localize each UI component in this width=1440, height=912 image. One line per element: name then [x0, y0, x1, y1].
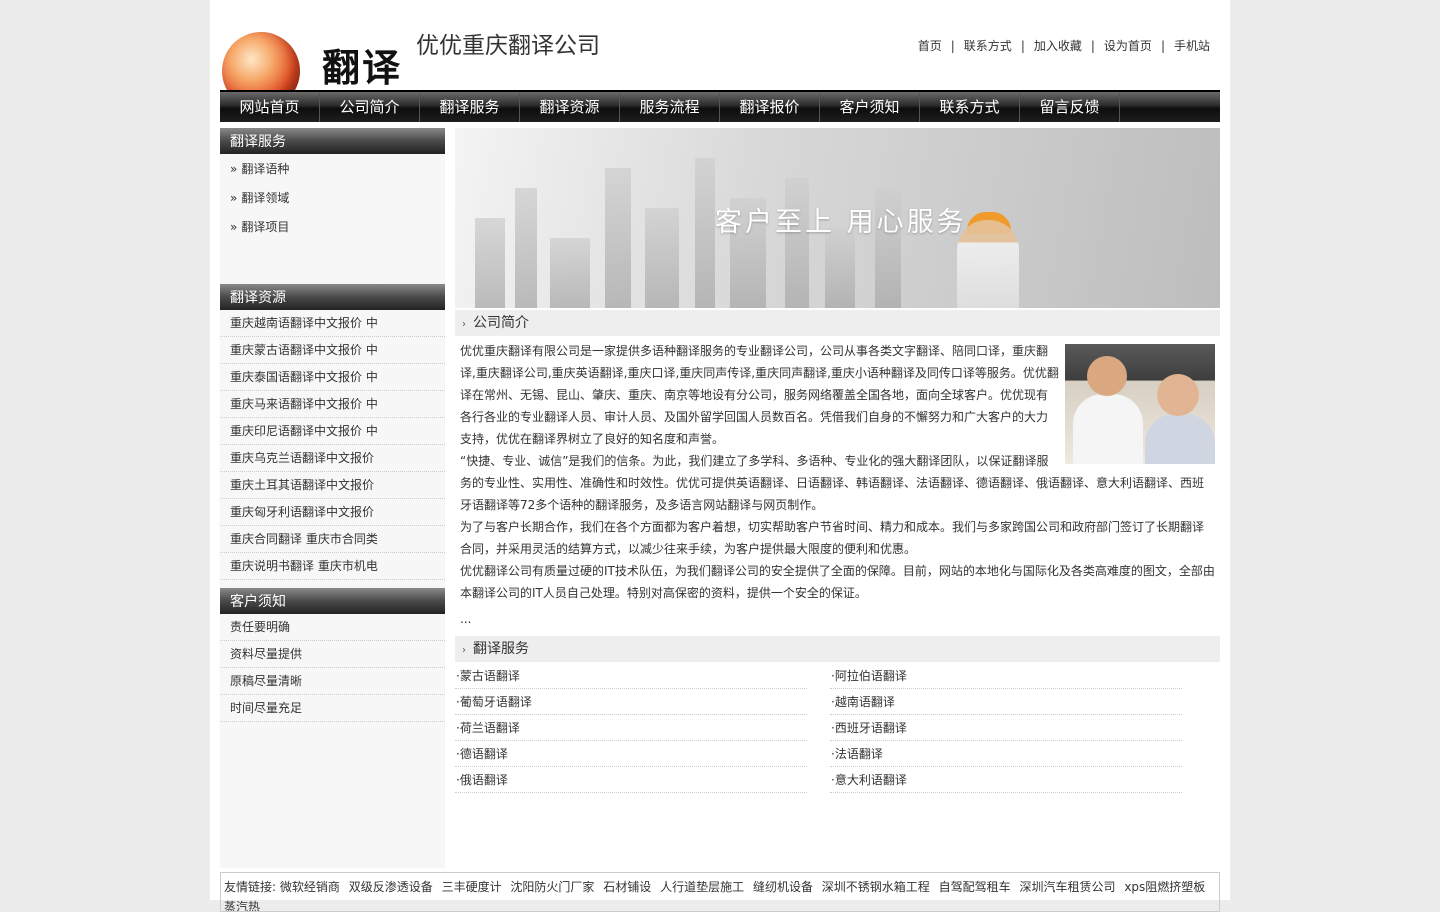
resource-link[interactable]: 重庆印尼语翻译中文报价 中 [220, 418, 445, 445]
service-link[interactable]: ·越南语翻译 [830, 690, 1182, 715]
services-grid: ·蒙古语翻译 ·阿拉伯语翻译 ·葡萄牙语翻译 ·越南语翻译 ·荷兰语翻译 ·西班… [455, 664, 1220, 794]
top-link-bookmark[interactable]: 加入收藏 [1034, 39, 1082, 53]
business-people-photo [1065, 344, 1215, 464]
nav-home[interactable]: 网站首页 [220, 92, 320, 122]
building-shape [605, 168, 631, 308]
site-title: 优优重庆翻译公司 [416, 33, 600, 59]
logo-text[interactable]: 翻译 [322, 46, 402, 90]
resource-link[interactable]: 重庆马来语翻译中文报价 中 [220, 391, 445, 418]
friend-link[interactable]: 深圳汽车租赁公司 [1019, 880, 1115, 894]
friend-link[interactable]: xps阻燃挤塑板 [1124, 880, 1205, 894]
about-section-header: › 公司简介 [455, 310, 1220, 336]
about-content: 优优重庆翻译有限公司是一家提供多语种翻译服务的专业翻译公司，公司从事各类文字翻译… [460, 340, 1215, 630]
friend-link[interactable]: 蒸汽热 [224, 900, 260, 911]
sidebar-service-item[interactable]: » 翻译项目 [220, 213, 445, 242]
double-chevron-icon: » [230, 220, 238, 234]
notice-link[interactable]: 责任要明确 [220, 614, 445, 641]
building-shape [785, 178, 809, 308]
sidebar-services-title: 翻译服务 [220, 128, 445, 154]
nav-feedback[interactable]: 留言反馈 [1020, 92, 1120, 122]
notice-link[interactable]: 资料尽量提供 [220, 641, 445, 668]
friend-link[interactable]: 沈阳防火门厂家 [510, 880, 594, 894]
services-section-header: › 翻译服务 [455, 636, 1220, 662]
building-shape [695, 158, 715, 308]
sidebar: 翻译服务 » 翻译语种 » 翻译领域 » 翻译项目 翻译资源 重庆越南语翻译中文报价 … [220, 128, 445, 868]
banner-slogan: 客户至上 用心服务 [715, 207, 967, 238]
service-link[interactable]: ·蒙古语翻译 [455, 664, 807, 689]
resource-link[interactable]: 重庆蒙古语翻译中文报价 中 [220, 337, 445, 364]
sidebar-services-list: » 翻译语种 » 翻译领域 » 翻译项目 [220, 154, 445, 284]
resource-link[interactable]: 重庆越南语翻译中文报价 中 [220, 310, 445, 337]
friend-link[interactable]: 人行道垫层施工 [660, 880, 744, 894]
logo-globe-icon[interactable] [222, 32, 302, 92]
about-paragraph: 为了与客户长期合作，我们在各个方面都为客户着想，切实帮助客户节省时间、精力和成本… [460, 520, 1205, 556]
nav-notice[interactable]: 客户须知 [820, 92, 920, 122]
building-shape [550, 238, 590, 308]
service-link[interactable]: ·阿拉伯语翻译 [830, 664, 1182, 689]
top-links: 首页 | 联系方式 | 加入收藏 | 设为首页 | 手机站 [917, 39, 1210, 53]
top-link-home[interactable]: 首页 [918, 39, 942, 53]
sidebar-notice-title: 客户须知 [220, 588, 445, 614]
nav-resources[interactable]: 翻译资源 [520, 92, 620, 122]
about-paragraph: 优优翻译公司有质量过硬的IT技术队伍，为我们翻译公司的安全提供了全面的保障。目前… [460, 564, 1215, 600]
nav-services[interactable]: 翻译服务 [420, 92, 520, 122]
nav-process[interactable]: 服务流程 [620, 92, 720, 122]
resource-link[interactable]: 重庆泰国语翻译中文报价 中 [220, 364, 445, 391]
notice-link[interactable]: 时间尽量充足 [220, 695, 445, 722]
top-link-mobile[interactable]: 手机站 [1174, 39, 1210, 53]
resource-link[interactable]: 重庆乌克兰语翻译中文报价 [220, 445, 445, 472]
resource-link[interactable]: 重庆说明书翻译 重庆市机电 [220, 553, 445, 580]
arrow-right-icon: › [462, 645, 466, 656]
about-title: 公司简介 [473, 315, 529, 331]
building-shape [515, 188, 537, 308]
nav-pricing[interactable]: 翻译报价 [720, 92, 820, 122]
friend-link[interactable]: 三丰硬度计 [442, 880, 502, 894]
more-link[interactable]: ... [460, 608, 1215, 630]
friend-links-label: 友情链接: [224, 880, 277, 894]
friend-link[interactable]: 缝纫机设备 [753, 880, 813, 894]
service-link[interactable]: ·葡萄牙语翻译 [455, 690, 807, 715]
friend-link[interactable]: 深圳不锈钢水箱工程 [822, 880, 930, 894]
building-shape [645, 208, 679, 308]
arrow-right-icon: › [462, 319, 466, 330]
notice-link[interactable]: 原稿尽量清晰 [220, 668, 445, 695]
nav-contact[interactable]: 联系方式 [920, 92, 1020, 122]
page: 翻译 优优重庆翻译公司 首页 | 联系方式 | 加入收藏 | 设为首页 | 手机站 网站首页 公… [210, 0, 1230, 912]
friend-link[interactable]: 自驾配驾租车 [939, 880, 1011, 894]
main-nav: 网站首页 公司简介 翻译服务 翻译资源 服务流程 翻译报价 客户须知 联系方式 … [220, 90, 1220, 122]
service-link[interactable]: ·德语翻译 [455, 742, 807, 767]
resource-link[interactable]: 重庆匈牙利语翻译中文报价 [220, 499, 445, 526]
double-chevron-icon: » [230, 162, 238, 176]
nav-about[interactable]: 公司简介 [320, 92, 420, 122]
service-link[interactable]: ·荷兰语翻译 [455, 716, 807, 741]
friend-link[interactable]: 双级反渗透设备 [349, 880, 433, 894]
top-link-set-homepage[interactable]: 设为首页 [1104, 39, 1152, 53]
hero-banner: 客户至上 用心服务 [455, 128, 1220, 308]
building-shape [475, 218, 505, 308]
double-chevron-icon: » [230, 191, 238, 205]
friend-links: 友情链接: 微软经销商 双级反渗透设备 三丰硬度计 沈阳防火门厂家 石材铺设 人… [220, 872, 1220, 912]
sidebar-resources-title: 翻译资源 [220, 284, 445, 310]
sidebar-notice-list: 责任要明确 资料尽量提供 原稿尽量清晰 时间尽量充足 [220, 614, 445, 722]
resource-link[interactable]: 重庆合同翻译 重庆市合同类 [220, 526, 445, 553]
service-link[interactable]: ·法语翻译 [830, 742, 1182, 767]
sidebar-service-item[interactable]: » 翻译领域 [220, 184, 445, 213]
services-title: 翻译服务 [473, 641, 529, 657]
service-link[interactable]: ·西班牙语翻译 [830, 716, 1182, 741]
service-link[interactable]: ·俄语翻译 [455, 768, 807, 793]
building-shape [825, 228, 855, 308]
sidebar-service-item[interactable]: » 翻译语种 [220, 155, 445, 184]
sidebar-resources-list: 重庆越南语翻译中文报价 中 重庆蒙古语翻译中文报价 中 重庆泰国语翻译中文报价 … [220, 310, 445, 580]
friend-link[interactable]: 石材铺设 [603, 880, 651, 894]
service-link[interactable]: ·意大利语翻译 [830, 768, 1182, 793]
friend-link[interactable]: 微软经销商 [280, 880, 340, 894]
top-link-contact[interactable]: 联系方式 [964, 39, 1012, 53]
resource-link[interactable]: 重庆土耳其语翻译中文报价 [220, 472, 445, 499]
